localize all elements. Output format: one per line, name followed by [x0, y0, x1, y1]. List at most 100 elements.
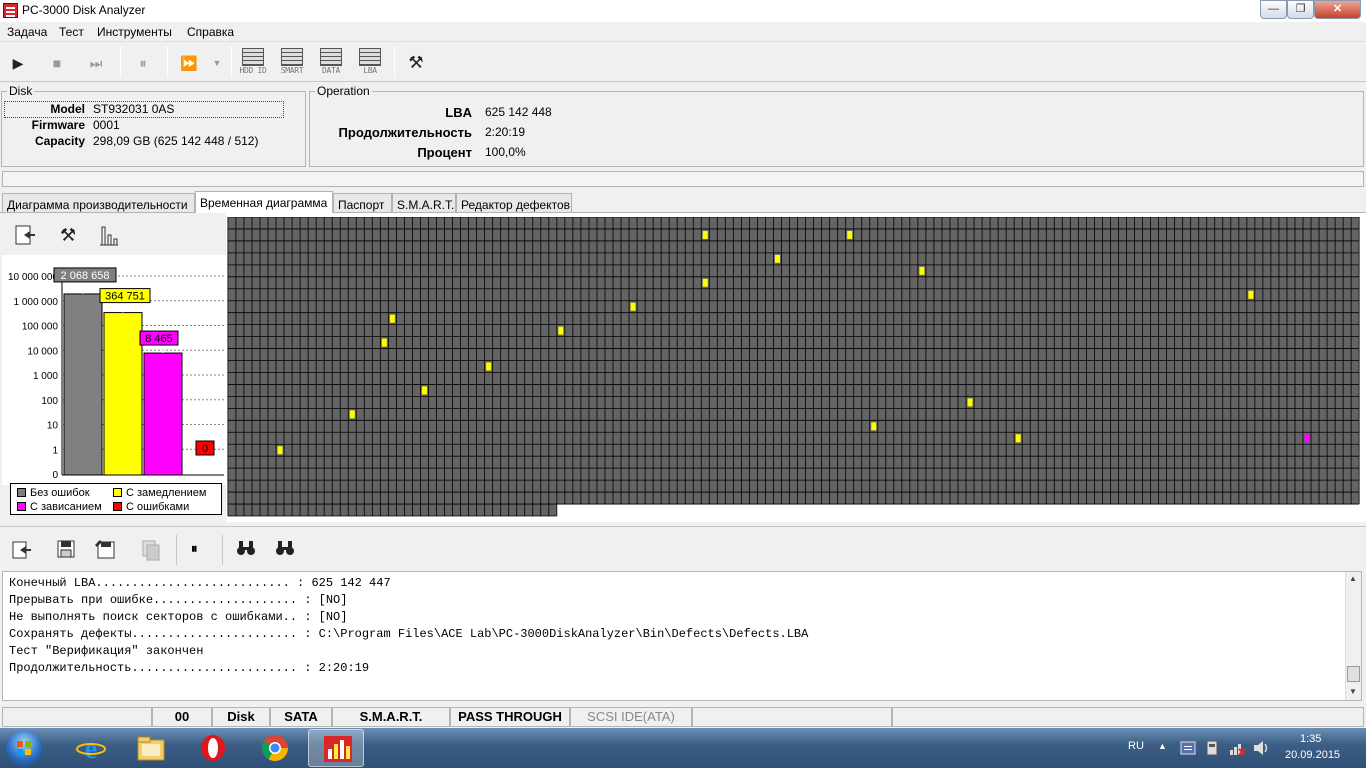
block-slowdown — [847, 230, 853, 239]
status-empty — [2, 707, 152, 727]
data-label: 2 068 658 — [61, 270, 110, 282]
block-slowdown — [630, 302, 636, 311]
menu-tools[interactable]: Инструменты — [97, 25, 172, 39]
tab-bar: Диаграмма производительности Временная д… — [0, 191, 1366, 213]
status-empty — [892, 707, 1364, 727]
log-line: Конечный LBA........................... … — [9, 576, 391, 590]
tools-icon[interactable]: ⚒ — [404, 46, 428, 80]
export-icon[interactable] — [12, 223, 36, 247]
block-slowdown — [486, 362, 492, 371]
tab-smart[interactable]: S.M.A.R.T. — [392, 193, 456, 213]
block-map — [227, 217, 1360, 517]
log-line: Сохранять дефекты.......................… — [9, 627, 809, 641]
status-empty — [692, 707, 892, 727]
taskbar-explorer[interactable] — [122, 729, 178, 767]
log-output[interactable]: Конечный LBA........................... … — [2, 571, 1362, 701]
fast-forward-icon[interactable]: ⏩ — [178, 46, 200, 80]
percent-label: Процент — [417, 145, 472, 160]
log-pause-icon[interactable]: ⏸ — [191, 541, 198, 557]
legend-swatch — [17, 502, 26, 511]
find-icon[interactable] — [236, 539, 256, 557]
log-scrollbar[interactable]: ▲ ▼ — [1345, 572, 1361, 700]
model-value: ST932031 0AS — [93, 102, 175, 116]
device-tray-icon[interactable] — [1204, 740, 1220, 756]
clock-time[interactable]: 1:35 — [1300, 733, 1321, 745]
y-tick-label: 10 000 — [27, 346, 58, 357]
dropdown-arrow-icon[interactable]: ▼ — [210, 46, 224, 80]
menu-task[interactable]: Задача — [7, 25, 47, 39]
stop-icon[interactable]: ■ — [47, 46, 67, 80]
network-tray-icon[interactable] — [1228, 740, 1246, 756]
hdd-id-icon — [242, 48, 264, 66]
opera-icon — [201, 735, 225, 761]
minimize-button[interactable]: — — [1260, 0, 1287, 19]
open-file-icon[interactable] — [10, 539, 32, 561]
block-slowdown — [389, 314, 395, 323]
block-slowdown — [702, 230, 708, 239]
taskbar-opera[interactable] — [184, 729, 240, 767]
legend-swatch — [17, 488, 26, 497]
maximize-button[interactable]: ❐ — [1287, 0, 1314, 19]
skip-end-icon[interactable]: ⏭ — [86, 46, 106, 80]
block-slowdown — [421, 386, 427, 395]
language-indicator[interactable]: RU — [1128, 740, 1144, 752]
capacity-value: 298,09 GB (625 142 448 / 512) — [93, 134, 259, 148]
status-bar: 00 Disk SATA S.M.A.R.T. PASS THROUGH SCS… — [0, 706, 1366, 728]
taskbar-pc3000[interactable] — [308, 729, 364, 767]
chart-pane: ⚒ 10 000 000 1 000 000 100 000 10 000 1 000 1… — [0, 213, 226, 523]
legend-item-no-errors: Без ошибок — [17, 486, 90, 500]
log-line: Тест "Верификация" закончен — [9, 644, 204, 658]
status-pass-through: PASS THROUGH — [450, 707, 570, 727]
menu-test[interactable]: Тест — [59, 25, 84, 39]
start-button[interactable] — [6, 730, 42, 766]
show-hidden-icons-icon[interactable]: ▲ — [1158, 741, 1167, 751]
pause-icon[interactable]: ⏸ — [133, 46, 153, 80]
data-button[interactable]: DATA — [315, 48, 347, 80]
block-slowdown — [774, 254, 780, 263]
status-interface: SATA — [270, 707, 332, 727]
menu-help[interactable]: Справка — [187, 25, 234, 39]
close-button[interactable]: ✕ — [1314, 0, 1361, 19]
lba-value: 625 142 448 — [485, 105, 552, 119]
bar-1 — [103, 312, 143, 476]
keyboard-tray-icon[interactable] — [1180, 741, 1196, 755]
duration-value: 2:20:19 — [485, 125, 526, 139]
y-tick-label: 100 000 — [22, 322, 59, 333]
smart-button[interactable]: SMART — [276, 48, 308, 80]
find-next-icon[interactable] — [275, 539, 295, 557]
internet-explorer-icon: e — [76, 734, 106, 762]
clock-date[interactable]: 20.09.2015 — [1285, 749, 1340, 761]
tab-time-diagram[interactable]: Временная диаграмма — [195, 191, 333, 213]
lba-button[interactable]: LBA — [354, 48, 386, 80]
taskbar-chrome[interactable] — [246, 729, 302, 767]
lba-icon — [359, 48, 381, 66]
status-disk: Disk — [212, 707, 270, 727]
bar-chart-icon[interactable] — [98, 223, 120, 247]
tab-passport[interactable]: Паспорт — [333, 193, 392, 213]
title-bar: PC-3000 Disk Analyzer — ❐ ✕ — [0, 0, 1366, 22]
block-map-last-row — [227, 504, 557, 517]
save-as-icon[interactable] — [93, 537, 117, 559]
time-diagram-panel: ⚒ 10 000 000 1 000 000 100 000 10 000 1 000 1… — [0, 212, 1366, 523]
save-icon[interactable] — [56, 539, 76, 559]
taskbar-ie[interactable]: e — [62, 729, 118, 767]
settings-tools-icon[interactable]: ⚒ — [60, 225, 76, 246]
hdd-id-button[interactable]: HDD ID — [237, 48, 269, 80]
duration-label: Продолжительность — [338, 125, 472, 140]
tab-performance-diagram[interactable]: Диаграмма производительности — [2, 193, 195, 213]
scroll-thumb[interactable] — [1347, 666, 1360, 682]
play-icon[interactable]: ▶ — [8, 46, 28, 80]
legend-swatch — [113, 488, 122, 497]
block-slowdown — [702, 278, 708, 287]
copy-icon[interactable] — [140, 539, 162, 561]
tab-defect-editor[interactable]: Редактор дефектов — [456, 193, 572, 213]
status-scsi: SCSI IDE(ATA) — [570, 707, 692, 727]
scroll-up-icon[interactable]: ▲ — [1349, 574, 1357, 583]
legend-item-slowdown: С замедлением — [113, 486, 206, 500]
operation-group: Operation LBA 625 142 448 Продолжительно… — [309, 84, 1364, 167]
legend-item-hang: С зависанием — [17, 500, 102, 514]
scroll-down-icon[interactable]: ▼ — [1349, 687, 1357, 696]
window-title: PC-3000 Disk Analyzer — [22, 3, 146, 17]
capacity-label: Capacity — [34, 134, 85, 148]
volume-tray-icon[interactable] — [1252, 740, 1270, 756]
